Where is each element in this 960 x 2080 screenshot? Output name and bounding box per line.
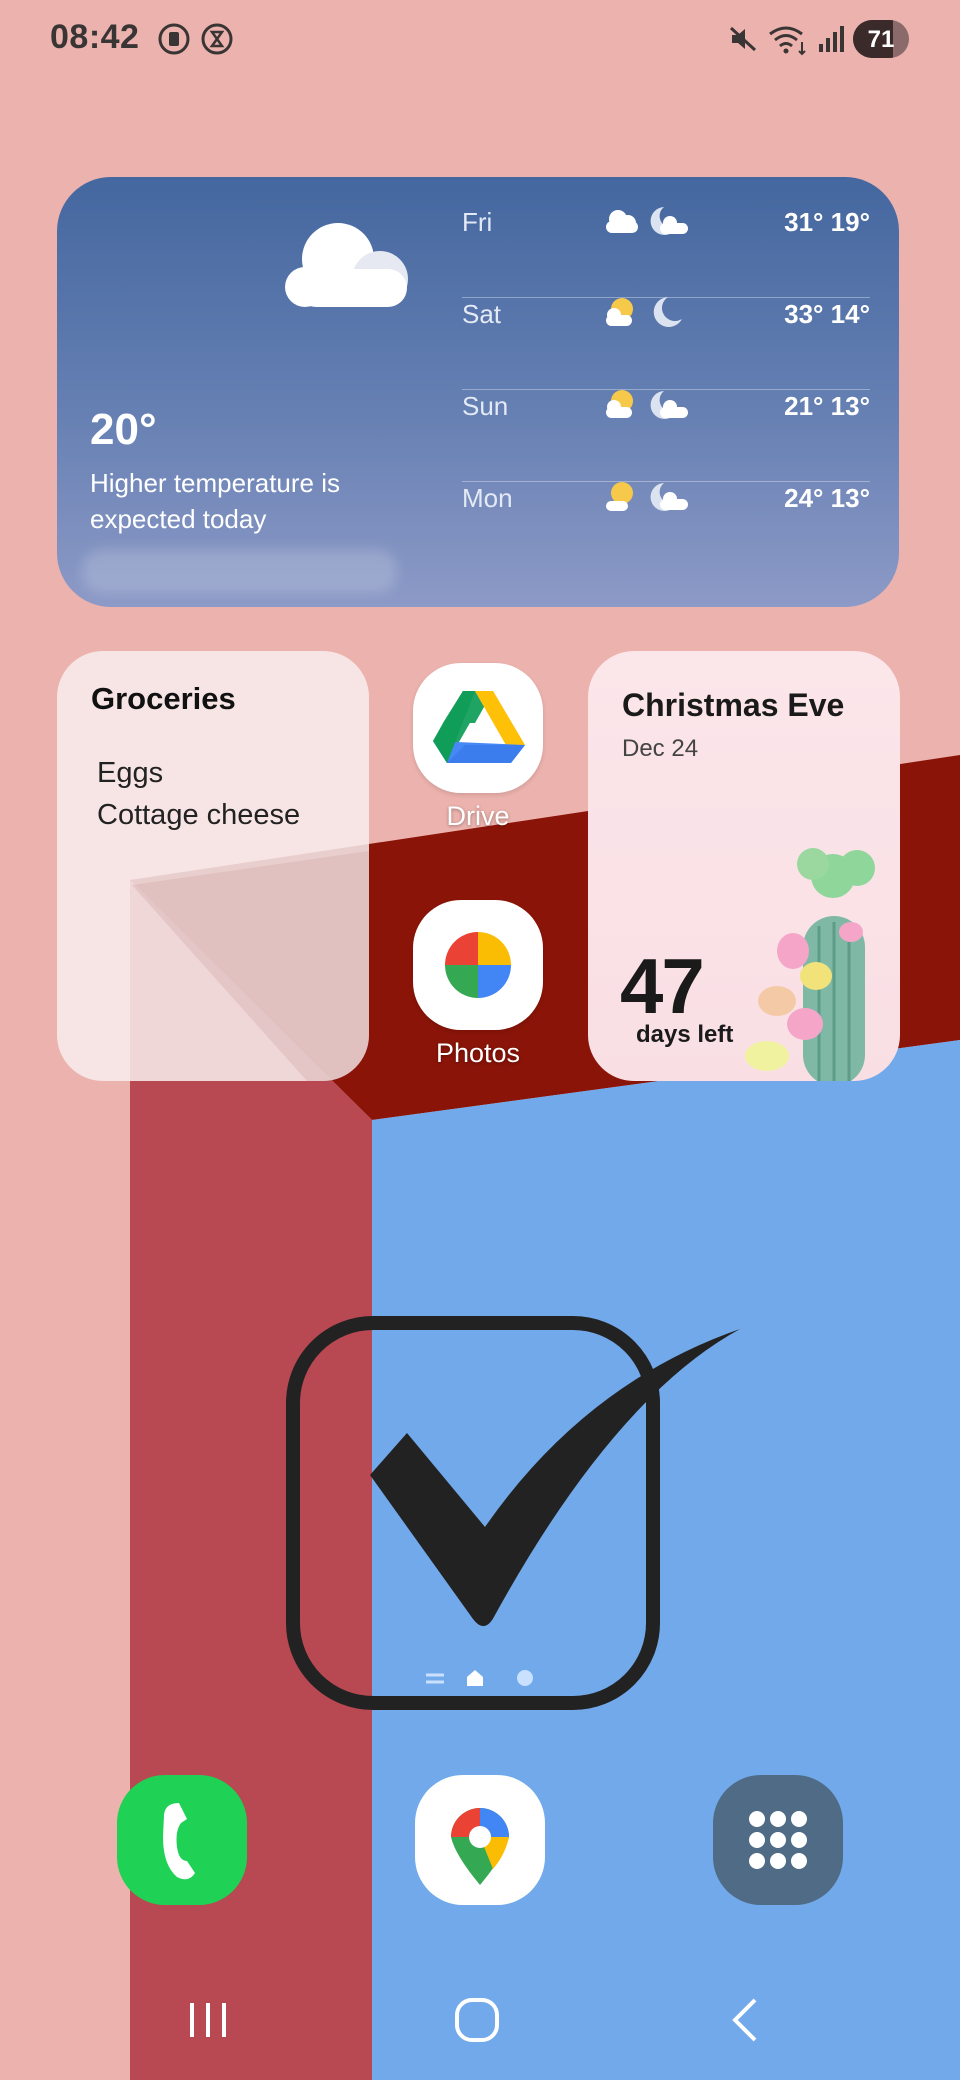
photos-pinwheel-icon: [413, 900, 543, 1030]
cloudy-moon-icon: [650, 391, 688, 419]
partly-sunny-icon: [606, 390, 633, 418]
phone-icon: [117, 1775, 247, 1905]
app-label: Drive: [446, 801, 510, 831]
current-temperature: 20°: [90, 405, 157, 454]
forecast-row: Sat 33° 14°: [462, 269, 870, 361]
app-grid-icon: [713, 1775, 843, 1905]
home-button[interactable]: [437, 1985, 517, 2055]
menu-page-icon: [426, 1673, 444, 1684]
checkmark-logo: [286, 1316, 740, 1710]
page-dot: [517, 1670, 533, 1686]
days-label: days left: [636, 1021, 734, 1048]
forecast-row: Mon 24° 13°: [462, 453, 870, 545]
location-blurred: [82, 549, 397, 593]
back-icon: [732, 1998, 757, 2042]
forecast-temps: 24° 13°: [784, 483, 870, 513]
cloud-icon: [606, 210, 638, 233]
event-title: Christmas Eve: [622, 687, 845, 723]
mute-icon: [729, 26, 757, 52]
cloud-icon: [285, 223, 408, 307]
forecast-temps: 31° 19°: [784, 207, 870, 237]
battery-indicator: 71: [853, 20, 909, 58]
page-indicator[interactable]: [420, 1664, 540, 1694]
cactus-illustration: [745, 848, 875, 1081]
status-bar: 08:42 71: [0, 0, 960, 80]
maps-pin-icon: [415, 1775, 545, 1905]
cloudy-moon-icon: [650, 483, 688, 511]
groceries-widget[interactable]: Groceries Eggs Cottage cheese: [57, 651, 369, 1081]
drive-app[interactable]: Drive: [388, 663, 568, 863]
forecast-day: Fri: [462, 207, 493, 237]
photos-app[interactable]: Photos: [388, 900, 568, 1100]
event-date: Dec 24: [622, 735, 699, 762]
battery-level: 71: [867, 26, 895, 53]
partly-sunny-icon: [606, 482, 633, 511]
recents-icon: [190, 2003, 226, 2037]
back-button[interactable]: [705, 1985, 785, 2055]
status-time: 08:42: [50, 18, 140, 56]
grocery-item[interactable]: Eggs: [97, 757, 163, 790]
forecast-row: Fri 31° 19°: [462, 177, 870, 269]
app-drawer[interactable]: [713, 1775, 843, 1905]
days-count: 47: [620, 942, 705, 1030]
forecast-icons: [606, 297, 682, 327]
signal-icon: [819, 26, 844, 52]
weather-description: Higher temperature is expected today: [90, 468, 340, 534]
wifi-icon: [769, 26, 806, 56]
cloudy-moon-icon: [650, 207, 688, 235]
forecast-day: Sat: [462, 299, 502, 329]
moon-icon: [653, 297, 682, 327]
forecast-temps: 21° 13°: [784, 391, 870, 421]
phone-app[interactable]: [117, 1775, 247, 1905]
grocery-item[interactable]: Cottage cheese: [97, 799, 300, 832]
forecast-icons: [606, 207, 688, 235]
forecast-day: Mon: [462, 483, 513, 513]
recent-apps-button[interactable]: [168, 1985, 248, 2055]
drive-icon: [413, 663, 543, 793]
hourglass-icon: [201, 23, 233, 55]
weather-widget[interactable]: 20° Higher temperature is expected today…: [57, 177, 899, 607]
forecast-temps: 33° 14°: [784, 299, 870, 329]
countdown-widget[interactable]: Christmas Eve Dec 24 47 days left: [588, 651, 900, 1081]
forecast-icons: [606, 482, 688, 511]
sim-icon: [158, 23, 190, 55]
partly-sunny-icon: [606, 298, 633, 326]
groceries-title: Groceries: [91, 681, 236, 716]
maps-app[interactable]: [415, 1775, 545, 1905]
forecast-icons: [606, 390, 688, 419]
forecast-day: Sun: [462, 391, 509, 421]
home-page-icon: [467, 1670, 483, 1686]
app-label: Photos: [435, 1038, 521, 1068]
forecast-row: Sun 21° 13°: [462, 361, 870, 453]
home-icon: [455, 1998, 499, 2042]
